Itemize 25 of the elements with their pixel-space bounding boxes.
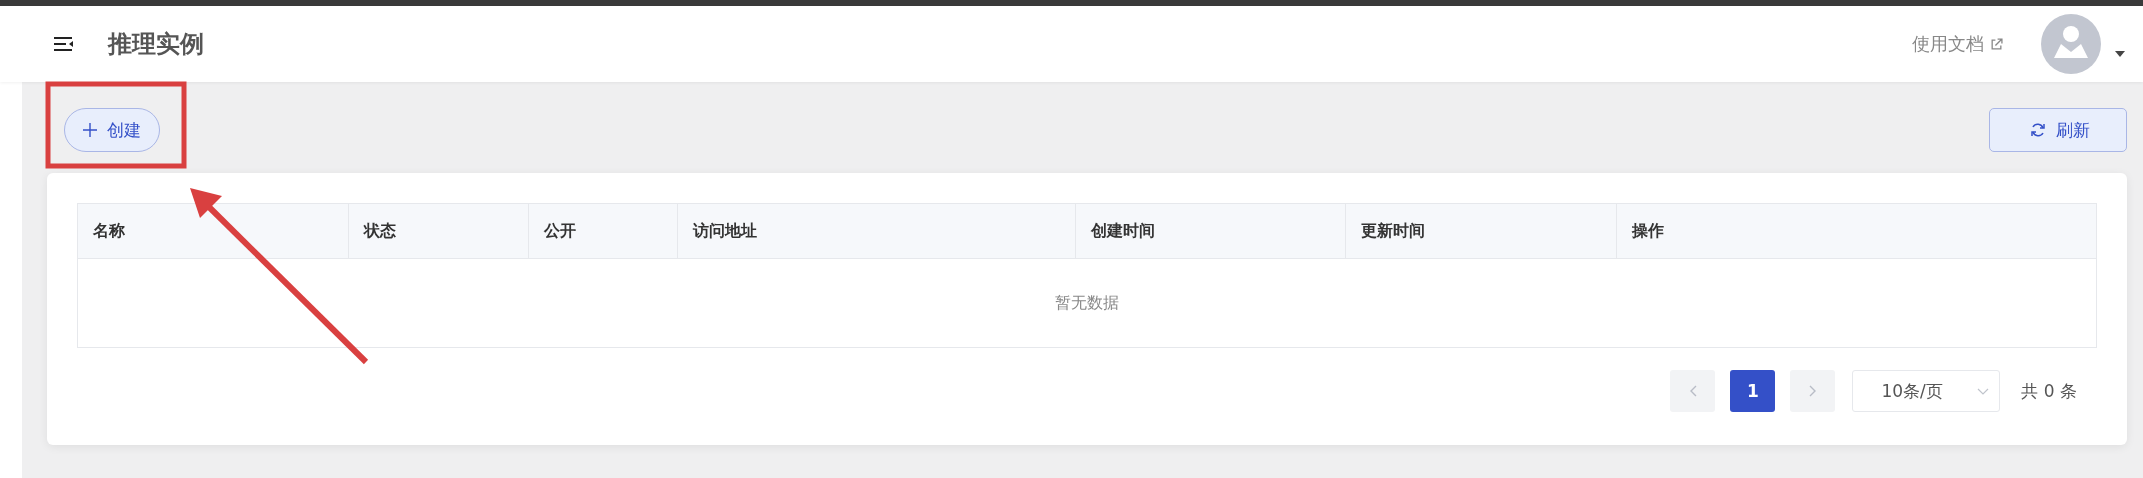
page-title: 推理实例 (108, 29, 204, 60)
create-button[interactable]: 创建 (64, 108, 160, 152)
empty-message: 暂无数据 (1055, 292, 1119, 314)
external-link-icon (1990, 37, 2003, 51)
previous-page-button[interactable] (1670, 370, 1716, 412)
avatar-icon[interactable] (2041, 14, 2101, 74)
menu-icon[interactable] (54, 37, 74, 51)
refresh-button[interactable]: 刷新 (1989, 108, 2127, 152)
total-count: 共 0 条 (2021, 379, 2077, 403)
column-header: 操作 (1630, 219, 1665, 242)
docs-link[interactable]: 使用文档 (1912, 32, 1984, 56)
caret-icon[interactable] (2115, 51, 2125, 57)
column-header: 访问地址 (678, 204, 1076, 258)
page-size-select[interactable]: 10条/页 (1852, 370, 2001, 412)
plus-icon (83, 123, 97, 137)
chevron-right-icon (1808, 385, 1817, 397)
column-header: 公开 (529, 204, 678, 258)
column-header: 创建时间 (1076, 204, 1346, 258)
chevron-down-icon (1977, 387, 1990, 395)
next-page-button[interactable] (1790, 370, 1836, 412)
refresh-icon (2030, 122, 2046, 138)
column-header: 状态 (349, 204, 529, 258)
page-button[interactable]: 1 (1730, 370, 1776, 412)
chevron-left-icon (1688, 385, 1697, 397)
column-header: 更新时间 (1346, 204, 1617, 258)
